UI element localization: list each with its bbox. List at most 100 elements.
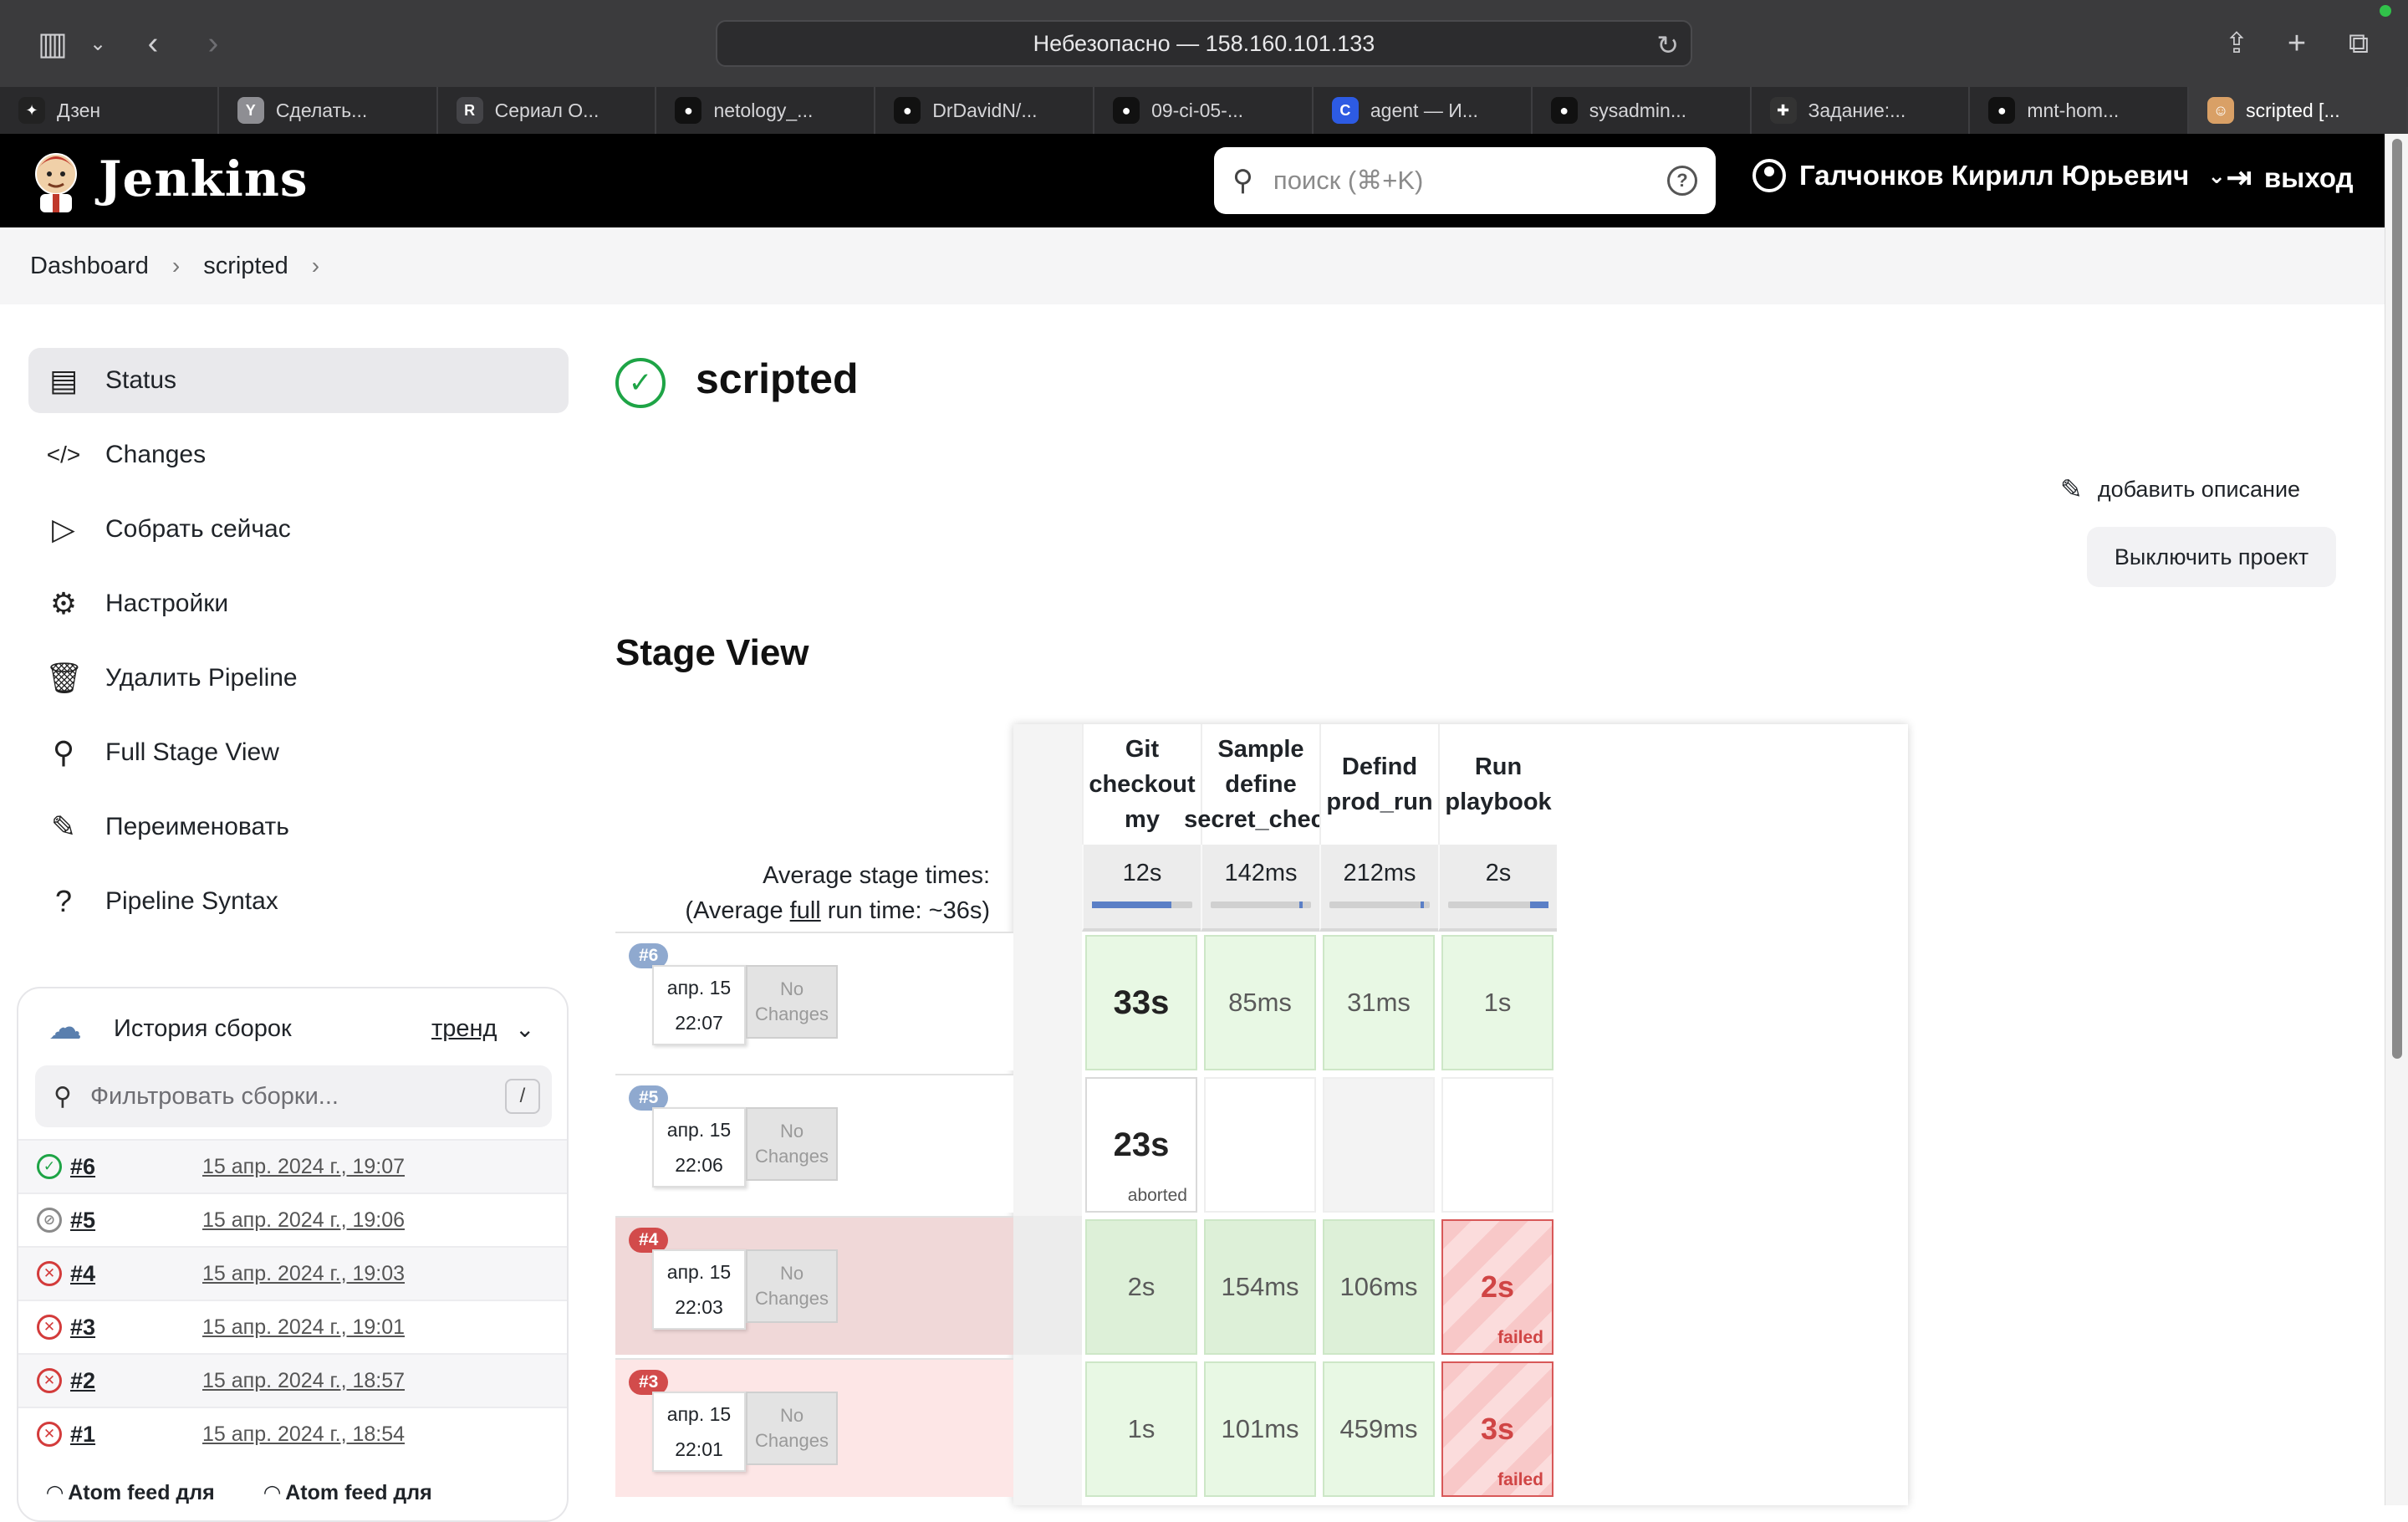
chevron-down-icon[interactable]: ⌄: [515, 1015, 534, 1043]
browser-tab[interactable]: ● sysadmin...: [1533, 87, 1752, 134]
build-date-link[interactable]: 15 апр. 2024 г., 19:07: [202, 1155, 405, 1179]
run-changes[interactable]: No Changes: [746, 1107, 838, 1181]
stage-cell[interactable]: 1s: [1085, 1361, 1197, 1497]
sidebar-item-changes[interactable]: </> Changes: [28, 422, 569, 488]
avg-full-link[interactable]: full: [790, 897, 821, 924]
build-history-row[interactable]: ⊘ #5 15 апр. 2024 г., 19:06: [18, 1193, 567, 1246]
stage-cell[interactable]: 31ms: [1323, 935, 1435, 1070]
reload-icon[interactable]: ↻: [1656, 29, 1679, 61]
logout-link[interactable]: ⇥ выход: [2226, 159, 2354, 197]
browser-tab[interactable]: ● DrDavidN/...: [875, 87, 1095, 134]
add-description-link[interactable]: ✎ добавить описание: [2060, 473, 2300, 505]
browser-tab[interactable]: ✚ Задание:...: [1752, 87, 1971, 134]
disable-project-button[interactable]: Выключить проект: [2087, 527, 2336, 587]
stage-cell[interactable]: [1441, 1077, 1553, 1213]
stage-cell[interactable]: 85ms: [1204, 935, 1316, 1070]
build-history-row[interactable]: ✕ #1 15 апр. 2024 г., 18:54: [18, 1407, 567, 1460]
search-box[interactable]: ⚲ ?: [1214, 147, 1716, 214]
stage-cell[interactable]: 101ms: [1204, 1361, 1316, 1497]
breadcrumb: Dashboard › scripted ›: [0, 227, 2385, 304]
browser-tab[interactable]: ✦ Дзен: [0, 87, 219, 134]
stage-cell[interactable]: 2s: [1085, 1219, 1197, 1355]
stage-cell[interactable]: 2s failed: [1441, 1219, 1553, 1355]
build-number-link[interactable]: #1: [70, 1422, 95, 1448]
scrollbar[interactable]: [2385, 134, 2408, 1505]
jenkins-title[interactable]: Jenkins: [99, 151, 309, 207]
browser-tab[interactable]: ● 09-ci-05-...: [1094, 87, 1314, 134]
run-changes[interactable]: No Changes: [746, 1249, 838, 1323]
search-icon: ⚲: [54, 1082, 72, 1111]
stage-cell[interactable]: 33s: [1085, 935, 1197, 1070]
back-icon[interactable]: ‹: [132, 25, 174, 62]
run-row[interactable]: #6 апр. 15 22:07 No Changes: [615, 932, 1013, 1070]
build-number-link[interactable]: #2: [70, 1368, 95, 1394]
stage-cell[interactable]: [1323, 1077, 1435, 1213]
build-date-link[interactable]: 15 апр. 2024 г., 19:01: [202, 1315, 405, 1340]
build-history-row[interactable]: ✓ #6 15 апр. 2024 г., 19:07: [18, 1139, 567, 1193]
sidebar-item-pipeline-syntax[interactable]: ? Pipeline Syntax: [28, 869, 569, 934]
run-row[interactable]: #5 апр. 15 22:06 No Changes: [615, 1074, 1013, 1213]
build-number-link[interactable]: #6: [70, 1154, 95, 1180]
sidebar-item-собрать-сейчас[interactable]: ▷ Собрать сейчас: [28, 497, 569, 562]
atom-feed-all-link[interactable]: ◠ Atom feed для: [47, 1480, 215, 1505]
browser-tab[interactable]: Y Сделать...: [219, 87, 438, 134]
stage-cell[interactable]: [1204, 1077, 1316, 1213]
stage-cell[interactable]: 459ms: [1323, 1361, 1435, 1497]
sidebar-toggle-icon[interactable]: ▥: [32, 25, 74, 62]
trend-link[interactable]: тренд: [431, 1015, 497, 1043]
stage-cell[interactable]: 1s: [1441, 935, 1553, 1070]
average-stage-times-label: Average stage times: (Average full run t…: [615, 858, 990, 928]
breadcrumb-dashboard[interactable]: Dashboard: [30, 253, 149, 280]
build-number-link[interactable]: #5: [70, 1208, 95, 1233]
scrollbar-thumb[interactable]: [2392, 139, 2402, 1059]
build-filter-input[interactable]: [88, 1081, 473, 1111]
browser-tab[interactable]: ● mnt-hom...: [1970, 87, 2190, 134]
sidebar-item-full-stage-view[interactable]: ⚲ Full Stage View: [28, 720, 569, 785]
jenkins-logo-icon[interactable]: [30, 149, 82, 212]
user-menu[interactable]: Галчонков Кирилл Юрьевич ⌄: [1752, 159, 2226, 192]
sidebar-item-переименовать[interactable]: ✎ Переименовать: [28, 794, 569, 860]
avg-line-1: Average stage times:: [763, 862, 990, 889]
address-bar[interactable]: Небезопасно — 158.160.101.133 ↻: [716, 20, 1692, 67]
browser-tab[interactable]: R Сериал О...: [438, 87, 657, 134]
tab-overview-icon[interactable]: ⧉: [2338, 25, 2380, 62]
build-number-link[interactable]: #4: [70, 1261, 95, 1287]
chevron-right-icon[interactable]: ›: [312, 253, 319, 279]
browser-tab[interactable]: Cagent — И...: [1314, 87, 1533, 134]
breadcrumb-scripted[interactable]: scripted: [203, 253, 288, 280]
new-tab-icon[interactable]: +: [2276, 25, 2318, 62]
forward-icon[interactable]: ›: [192, 25, 234, 62]
atom-feed-failed-link[interactable]: ◠ Atom feed для: [264, 1480, 432, 1505]
build-history-row[interactable]: ✕ #2 15 апр. 2024 г., 18:57: [18, 1353, 567, 1407]
search-input[interactable]: [1271, 165, 1640, 197]
build-history-row[interactable]: ✕ #3 15 апр. 2024 г., 19:01: [18, 1300, 567, 1353]
browser-tab[interactable]: ● netology_...: [656, 87, 876, 134]
run-changes[interactable]: No Changes: [746, 965, 838, 1039]
stage-cell-duration: 23s: [1113, 1126, 1170, 1163]
browser-tab-label: agent — И...: [1370, 99, 1478, 121]
help-icon[interactable]: ?: [1667, 166, 1697, 196]
chevron-down-icon[interactable]: ⌄: [77, 25, 119, 62]
browser-tab[interactable]: ☺ scripted [...: [2189, 87, 2408, 134]
sidebar-item-status[interactable]: ▤ Status: [28, 348, 569, 413]
job-status-success-icon: ✓: [615, 358, 666, 408]
build-date-link[interactable]: 15 апр. 2024 г., 18:54: [202, 1422, 405, 1447]
run-row[interactable]: #3 апр. 15 22:01 No Changes: [615, 1358, 1013, 1497]
build-number-link[interactable]: #3: [70, 1315, 95, 1341]
stage-cell[interactable]: 23s aborted: [1085, 1077, 1197, 1213]
sidebar-item-удалить-pipeline[interactable]: 🗑 Удалить Pipeline: [28, 646, 569, 711]
share-icon[interactable]: ⇪: [2216, 25, 2258, 62]
run-row[interactable]: #4 апр. 15 22:03 No Changes: [615, 1216, 1013, 1355]
build-date-link[interactable]: 15 апр. 2024 г., 19:06: [202, 1208, 405, 1233]
stage-cell[interactable]: 106ms: [1323, 1219, 1435, 1355]
build-date-link[interactable]: 15 апр. 2024 г., 18:57: [202, 1369, 405, 1393]
stage-cell[interactable]: 154ms: [1204, 1219, 1316, 1355]
build-filter[interactable]: ⚲ /: [35, 1065, 552, 1127]
run-row-highlight: [1013, 1216, 1082, 1355]
run-changes[interactable]: No Changes: [746, 1392, 838, 1465]
build-history-row[interactable]: ✕ #4 15 апр. 2024 г., 19:03: [18, 1246, 567, 1300]
chevron-right-icon[interactable]: ›: [172, 253, 180, 279]
stage-cell[interactable]: 3s failed: [1441, 1361, 1553, 1497]
build-date-link[interactable]: 15 апр. 2024 г., 19:03: [202, 1262, 405, 1286]
sidebar-item-настройки[interactable]: ⚙ Настройки: [28, 571, 569, 636]
